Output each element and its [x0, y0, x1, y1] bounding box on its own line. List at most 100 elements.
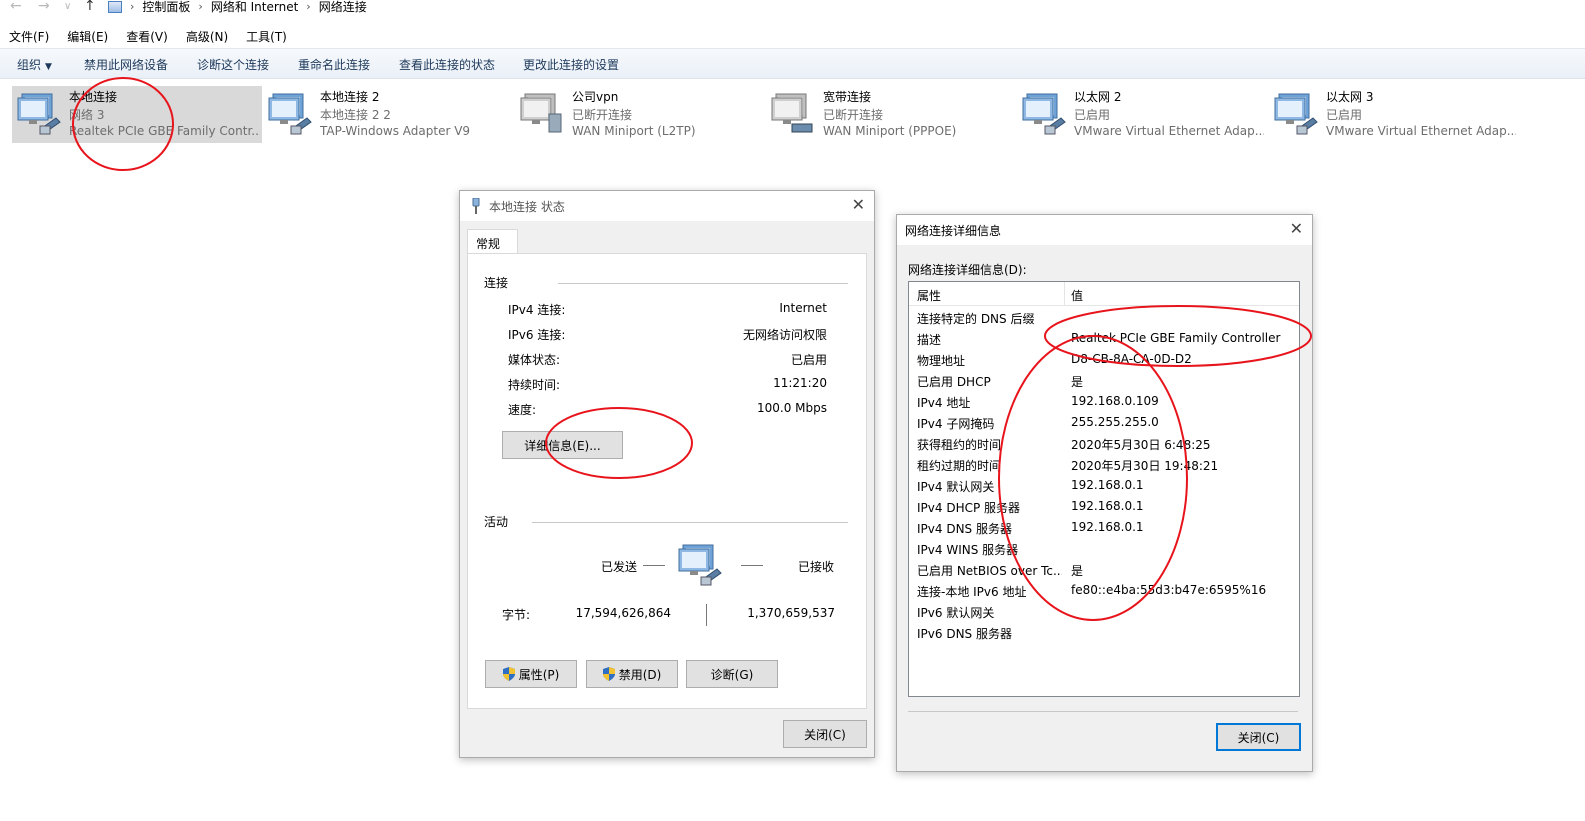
property-cell: IPv4 默认网关: [917, 480, 995, 494]
connection-status-dialog: 本地连接 状态 ✕ 常规 连接 IPv4 连接: Internet IPv6 连接…: [459, 190, 875, 758]
menu-view[interactable]: 查看(V): [117, 27, 177, 47]
breadcrumb-separator-icon[interactable]: ›: [306, 0, 310, 13]
adapter-name: 公司vpn: [572, 90, 619, 104]
group-divider: [532, 522, 848, 523]
list-item[interactable]: 已启用 DHCP 是: [909, 371, 1299, 392]
list-item[interactable]: IPv6 DNS 服务器: [909, 623, 1299, 644]
view-status-button[interactable]: 查看此连接的状态: [399, 56, 495, 73]
row-label: 媒体状态:: [508, 353, 561, 367]
value-cell: 是: [1071, 375, 1084, 389]
menu-file[interactable]: 文件(F): [0, 27, 58, 47]
network-activity-icon: [678, 544, 722, 586]
value-cell: 192.168.0.109: [1071, 394, 1159, 408]
list-item[interactable]: IPv4 地址 192.168.0.109: [909, 392, 1299, 413]
property-cell: 连接-本地 IPv6 地址: [917, 585, 1027, 599]
menu-tools[interactable]: 工具(T): [237, 27, 296, 47]
adapter-broadband[interactable]: 宽带连接 已断开连接 WAN Miniport (PPPOE): [766, 86, 1016, 143]
breadcrumb-item-network-internet[interactable]: 网络和 Internet: [211, 0, 298, 15]
connection-details-dialog: 网络连接详细信息 ✕ 网络连接详细信息(D): 属性 值 连接特定的 DNS 后…: [896, 214, 1313, 772]
list-item[interactable]: IPv4 DNS 服务器 192.168.0.1: [909, 518, 1299, 539]
properties-label: 属性(P): [518, 667, 560, 682]
column-header-value[interactable]: 值: [1071, 287, 1083, 304]
value-cell: 2020年5月30日 6:48:25: [1071, 438, 1211, 452]
breadcrumb-separator-icon[interactable]: ›: [198, 0, 202, 13]
forward-arrow-icon[interactable]: →: [38, 0, 50, 14]
disable-device-button[interactable]: 禁用此网络设备: [84, 56, 168, 73]
close-icon[interactable]: ✕: [1290, 219, 1303, 238]
bytes-label: 字节:: [502, 608, 531, 622]
breadcrumb-item-control-panel[interactable]: 控制面板: [142, 0, 190, 15]
adapter-name: 以太网 3: [1326, 90, 1374, 104]
disable-label: 禁用(D): [618, 667, 662, 682]
property-cell: 描述: [917, 333, 942, 347]
breadcrumb-item-network-connections[interactable]: 网络连接: [319, 0, 367, 15]
column-divider[interactable]: [1064, 282, 1065, 306]
adapter-local-connection[interactable]: 本地连接 网络 3 Realtek PCIe GBE Family Contr.…: [12, 86, 262, 143]
list-item[interactable]: 描述 Realtek PCIe GBE Family Controller: [909, 329, 1299, 350]
details-button[interactable]: 详细信息(E)...: [502, 431, 623, 459]
adapter-company-vpn[interactable]: 公司vpn 已断开连接 WAN Miniport (L2TP): [515, 86, 765, 143]
menu-edit[interactable]: 编辑(E): [58, 27, 117, 47]
tab-general[interactable]: 常规: [467, 229, 518, 254]
list-item[interactable]: 物理地址 D8-CB-8A-CA-0D-D2: [909, 350, 1299, 371]
row-label: 速度:: [508, 403, 537, 417]
list-item[interactable]: 已启用 NetBIOS over Tc... 是: [909, 560, 1299, 581]
adapter-ethernet-3[interactable]: 以太网 3 已启用 VMware Virtual Ethernet Adap..…: [1269, 86, 1519, 143]
list-item[interactable]: IPv4 WINS 服务器: [909, 539, 1299, 560]
property-cell: 已启用 DHCP: [917, 375, 991, 389]
organize-button[interactable]: 组织 ▼: [17, 56, 52, 73]
list-item[interactable]: IPv6 默认网关: [909, 602, 1299, 623]
bytes-received: 1,370,659,537: [747, 606, 835, 620]
dialog-title: 本地连接 状态: [489, 200, 565, 214]
vpn-adapter-icon: [520, 93, 562, 133]
activity-group-label: 活动: [484, 515, 509, 529]
list-item[interactable]: 获得租约的时间 2020年5月30日 6:48:25: [909, 434, 1299, 455]
adapter-name: 宽带连接: [823, 90, 872, 104]
rename-connection-button[interactable]: 重命名此连接: [298, 56, 370, 73]
list-item[interactable]: IPv4 默认网关 192.168.0.1: [909, 476, 1299, 497]
details-list[interactable]: 属性 值 连接特定的 DNS 后缀 描述 Realtek PCIe GBE Fam…: [908, 281, 1300, 697]
property-cell: 获得租约的时间: [917, 438, 1002, 452]
received-line: [741, 565, 763, 566]
adapter-name: 本地连接: [69, 90, 118, 104]
change-settings-button[interactable]: 更改此连接的设置: [523, 56, 619, 73]
column-header-property[interactable]: 属性: [917, 287, 941, 304]
adapter-status: 已启用: [1074, 108, 1111, 122]
list-item[interactable]: 连接-本地 IPv6 地址 fe80::e4ba:55d3:b47e:6595%1…: [909, 581, 1299, 602]
list-item[interactable]: IPv4 DHCP 服务器 192.168.0.1: [909, 497, 1299, 518]
list-item[interactable]: 租约过期的时间 2020年5月30日 19:48:21: [909, 455, 1299, 476]
adapter-device: VMware Virtual Ethernet Adap...: [1326, 124, 1516, 138]
properties-button[interactable]: 属性(P): [485, 660, 577, 688]
network-adapter-icon: [1022, 93, 1066, 135]
up-arrow-icon[interactable]: ↑: [84, 0, 96, 14]
back-arrow-icon[interactable]: ←: [10, 0, 22, 14]
row-value: 已启用: [790, 353, 827, 367]
recent-dropdown-icon[interactable]: ∨: [64, 1, 71, 12]
row-value: 100.0 Mbps: [756, 401, 827, 415]
adapter-device: VMware Virtual Ethernet Adap...: [1074, 124, 1264, 138]
value-cell: fe80::e4ba:55d3:b47e:6595%16: [1071, 583, 1267, 597]
adapter-status: 已启用: [1326, 108, 1363, 122]
value-cell: 255.255.255.0: [1071, 415, 1159, 429]
breadcrumb-separator-icon[interactable]: ›: [130, 0, 134, 13]
menu-advanced[interactable]: 高级(N): [177, 27, 237, 47]
list-item[interactable]: IPv4 子网掩码 255.255.255.0: [909, 413, 1299, 434]
value-cell: D8-CB-8A-CA-0D-D2: [1071, 352, 1192, 366]
diagnose-connection-button[interactable]: 诊断这个连接: [197, 56, 269, 73]
adapter-name: 以太网 2: [1074, 90, 1122, 104]
list-header: 属性 值: [909, 282, 1299, 306]
broadband-adapter-icon: [771, 93, 813, 133]
disable-button[interactable]: 禁用(D): [586, 660, 678, 688]
close-icon[interactable]: ✕: [852, 195, 865, 214]
adapter-ethernet-2[interactable]: 以太网 2 已启用 VMware Virtual Ethernet Adap..…: [1017, 86, 1267, 143]
dropdown-caret-icon: ▼: [45, 62, 52, 72]
diagnose-button[interactable]: 诊断(G): [686, 660, 778, 688]
value-cell: 2020年5月30日 19:48:21: [1071, 459, 1219, 473]
list-item[interactable]: 连接特定的 DNS 后缀: [909, 308, 1299, 329]
status-close-button[interactable]: 关闭(C): [783, 720, 867, 748]
sent-label: 已发送: [601, 560, 638, 574]
row-label: IPv6 连接:: [508, 328, 566, 342]
adapter-local-connection-2[interactable]: 本地连接 2 本地连接 2 2 TAP-Windows Adapter V9: [263, 86, 513, 143]
uac-shield-icon: [602, 667, 615, 681]
details-close-button[interactable]: 关闭(C): [1216, 723, 1301, 751]
